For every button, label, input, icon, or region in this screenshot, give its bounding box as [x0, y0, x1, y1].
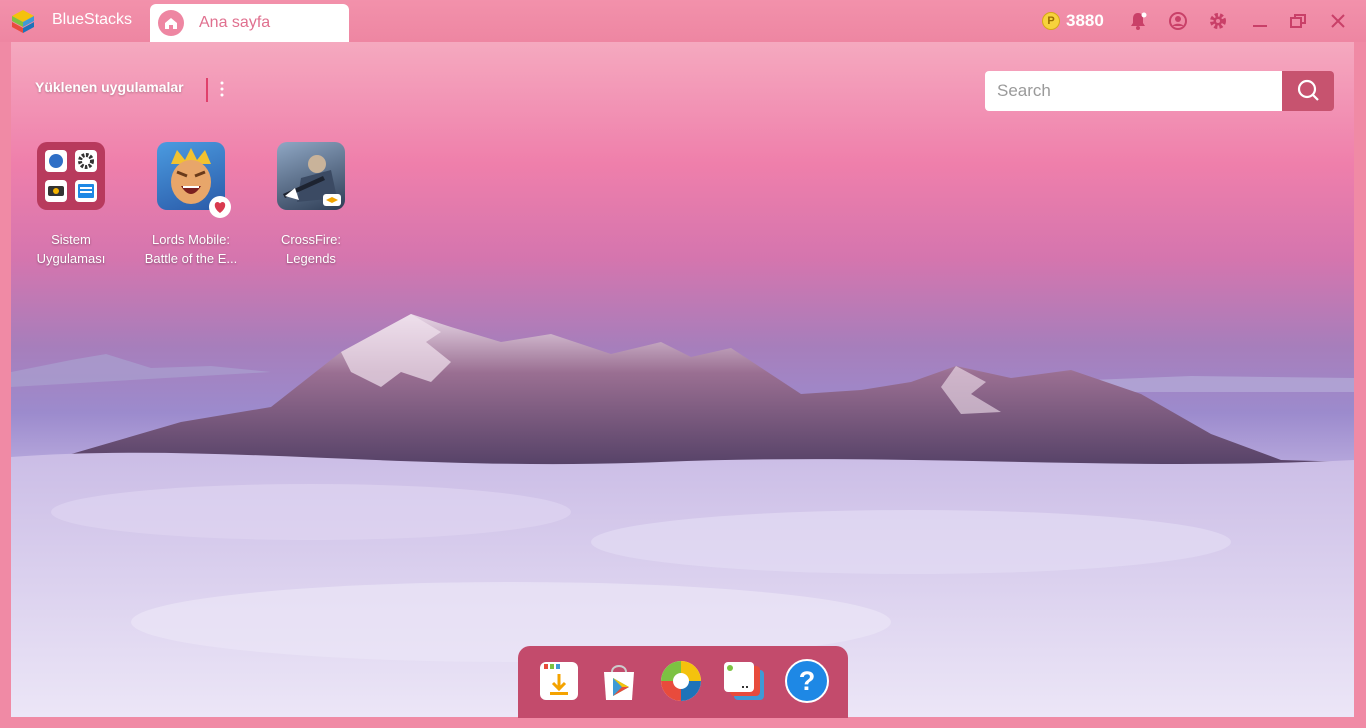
multi-instance-icon[interactable]	[720, 658, 766, 704]
search-input[interactable]	[985, 71, 1283, 111]
app-label: Lords Mobile: Battle of the E...	[144, 232, 238, 266]
notification-bell-icon[interactable]	[1128, 11, 1148, 31]
app-installer-icon[interactable]	[536, 658, 582, 704]
app-system-apps[interactable]: Sistem Uygulaması	[16, 142, 126, 268]
user-account-icon[interactable]	[1168, 11, 1188, 31]
crossfire-legends-icon	[277, 142, 345, 210]
play-store-icon[interactable]	[596, 658, 642, 704]
header-divider	[206, 78, 208, 102]
minimize-icon[interactable]	[1250, 11, 1270, 31]
help-button[interactable]: ?	[784, 658, 830, 704]
settings-gear-icon[interactable]	[1208, 11, 1228, 31]
app-label: Sistem Uygulaması	[36, 232, 106, 266]
coin-count: 3880	[1066, 11, 1104, 30]
more-options-icon[interactable]	[216, 80, 228, 98]
app-name: BlueStacks	[52, 11, 133, 28]
search-button[interactable]	[1282, 71, 1334, 111]
restore-icon[interactable]	[1288, 11, 1308, 31]
search-icon	[1297, 79, 1319, 101]
home-screen: Yüklenen uygulamalar Search Sistem Uygul…	[11, 42, 1354, 717]
title-bar: BlueStacks Ana sayfa P 3880	[0, 0, 1366, 42]
app-crossfire-legends[interactable]: CrossFire: Legends	[256, 142, 366, 268]
help-symbol: ?	[798, 666, 816, 696]
tab-label: Ana sayfa	[199, 14, 271, 31]
app-lords-mobile[interactable]: Lords Mobile: Battle of the E...	[136, 142, 246, 268]
home-icon	[158, 10, 184, 36]
close-icon[interactable]	[1328, 11, 1348, 31]
heart-favorite-icon	[209, 196, 231, 218]
app-label: CrossFire: Legends	[281, 232, 341, 266]
browser-globe-icon[interactable]	[658, 658, 704, 704]
bluestacks-logo-icon	[12, 10, 34, 33]
dock-bar: ?	[518, 646, 848, 718]
installed-apps-header: Yüklenen uygulamalar	[35, 79, 184, 95]
tab-home[interactable]: Ana sayfa	[150, 4, 349, 42]
lords-mobile-icon	[157, 142, 231, 218]
coin-icon: P	[1042, 12, 1060, 30]
system-apps-folder-icon	[37, 142, 105, 210]
